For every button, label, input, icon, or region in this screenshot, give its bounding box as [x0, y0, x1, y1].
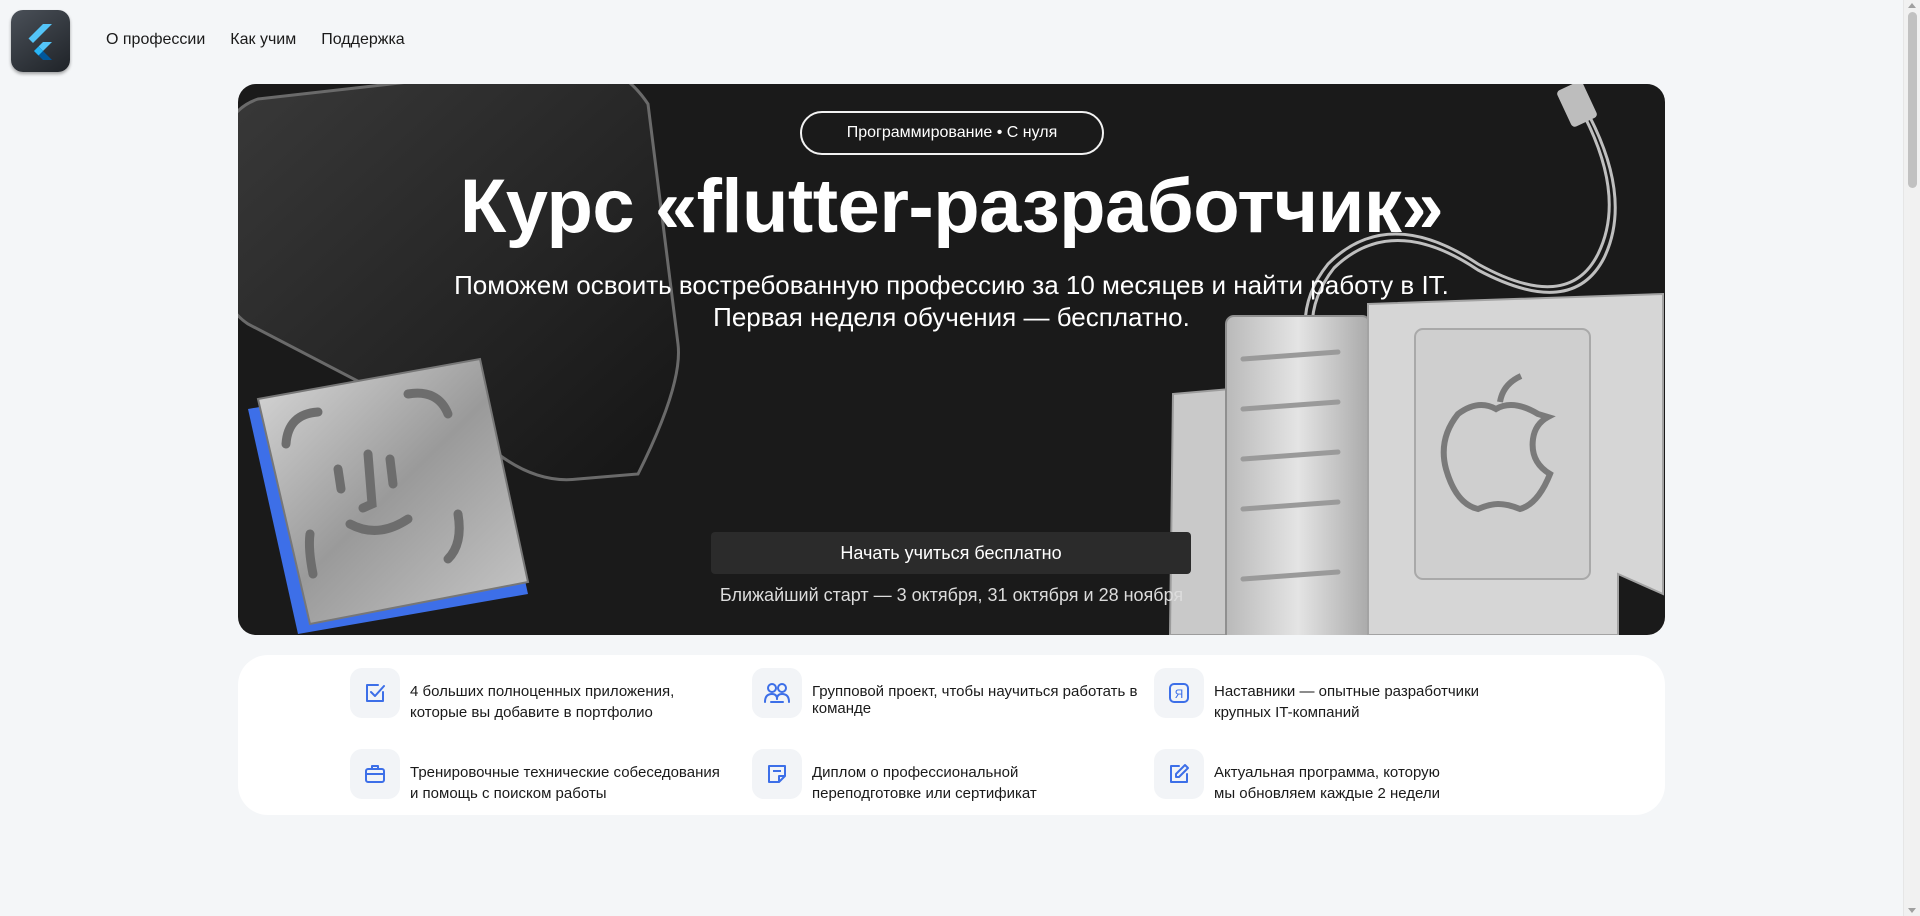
feature-text: Актуальная программа, которую мы обновля…: [1214, 762, 1544, 804]
next-start-dates: Ближайший старт — 3 октября, 31 октября …: [719, 585, 1184, 605]
flutter-logo-icon: [28, 24, 52, 60]
hero-subtitle-line-1: Поможем освоить востребованную профессию…: [454, 270, 1449, 300]
checkbox-icon: [350, 668, 400, 718]
feature-text-line: Наставники — опытные разработчики: [1214, 683, 1480, 700]
feature-text-line: крупных IT-компаний: [1214, 704, 1360, 721]
site-header: О профессии Как учим Поддержка: [0, 0, 1900, 82]
feature-text: Тренировочные технические собеседования …: [410, 762, 740, 804]
feature-item: 4 больших полноценных приложения, которы…: [350, 668, 730, 722]
page-scrollbar[interactable]: [1903, 0, 1920, 916]
briefcase-icon: [350, 749, 400, 799]
feature-text-line: переподготовке или сертификат: [812, 785, 1037, 802]
feature-text: 4 больших полноценных приложения, которы…: [410, 681, 740, 723]
scroll-down-arrow-icon[interactable]: [1908, 908, 1916, 913]
feature-item: Я Наставники — опытные разработчики круп…: [1154, 668, 1534, 722]
feature-item: Групповой проект, чтобы научиться работа…: [752, 668, 1138, 722]
nav-item-support[interactable]: Поддержка: [321, 31, 404, 49]
category-badge[interactable]: Программирование • С нуля: [800, 111, 1104, 155]
feature-text-line: мы обновляем каждые 2 недели: [1214, 785, 1440, 802]
feature-text: Групповой проект, чтобы научиться работа…: [812, 681, 1152, 719]
feature-text: Наставники — опытные разработчики крупны…: [1214, 681, 1544, 723]
svg-text:Я: Я: [1175, 687, 1184, 701]
page-title: Курс «flutter-разработчик»: [459, 164, 1444, 249]
feature-text: Диплом о профессиональной переподготовке…: [812, 762, 1142, 804]
server-panels: [1168, 292, 1664, 635]
feature-text-line: и помощь с поиском работы: [410, 785, 607, 802]
group-icon: [752, 668, 802, 718]
nav-item-how-we-teach[interactable]: Как учим: [230, 31, 296, 49]
hero-subtitle-line-2: Первая неделя обучения — бесплатно.: [713, 302, 1190, 332]
feature-item: Актуальная программа, которую мы обновля…: [1154, 749, 1534, 803]
hero-subtitle: Поможем освоить востребованную профессию…: [238, 269, 1665, 333]
feature-text-line: Актуальная программа, которую: [1214, 764, 1440, 781]
nav-item-about[interactable]: О профессии: [106, 31, 205, 49]
scrollbar-thumb[interactable]: [1908, 12, 1917, 188]
diploma-icon: [752, 749, 802, 799]
start-free-button[interactable]: Начать учиться бесплатно: [711, 532, 1191, 574]
features-panel: 4 больших полноценных приложения, которы…: [238, 655, 1665, 815]
feature-item: Диплом о профессиональной переподготовке…: [752, 749, 1132, 803]
main-nav: О профессии Как учим Поддержка: [106, 31, 405, 49]
edit-icon: [1154, 749, 1204, 799]
hero-banner: Программирование • С нуля Курс «flutter-…: [238, 84, 1665, 635]
feature-text-line: 4 больших полноценных приложения,: [410, 683, 675, 700]
feature-text-line: которые вы добавите в портфолио: [410, 704, 653, 721]
feature-text-line: Диплом о профессиональной: [812, 764, 1019, 781]
scroll-up-arrow-icon[interactable]: [1908, 3, 1916, 8]
flutter-logo[interactable]: [11, 10, 70, 72]
feature-item: Тренировочные технические собеседования …: [350, 749, 730, 803]
ya-badge-icon: Я: [1154, 668, 1204, 718]
feature-text-line: Тренировочные технические собеседования: [410, 764, 720, 781]
